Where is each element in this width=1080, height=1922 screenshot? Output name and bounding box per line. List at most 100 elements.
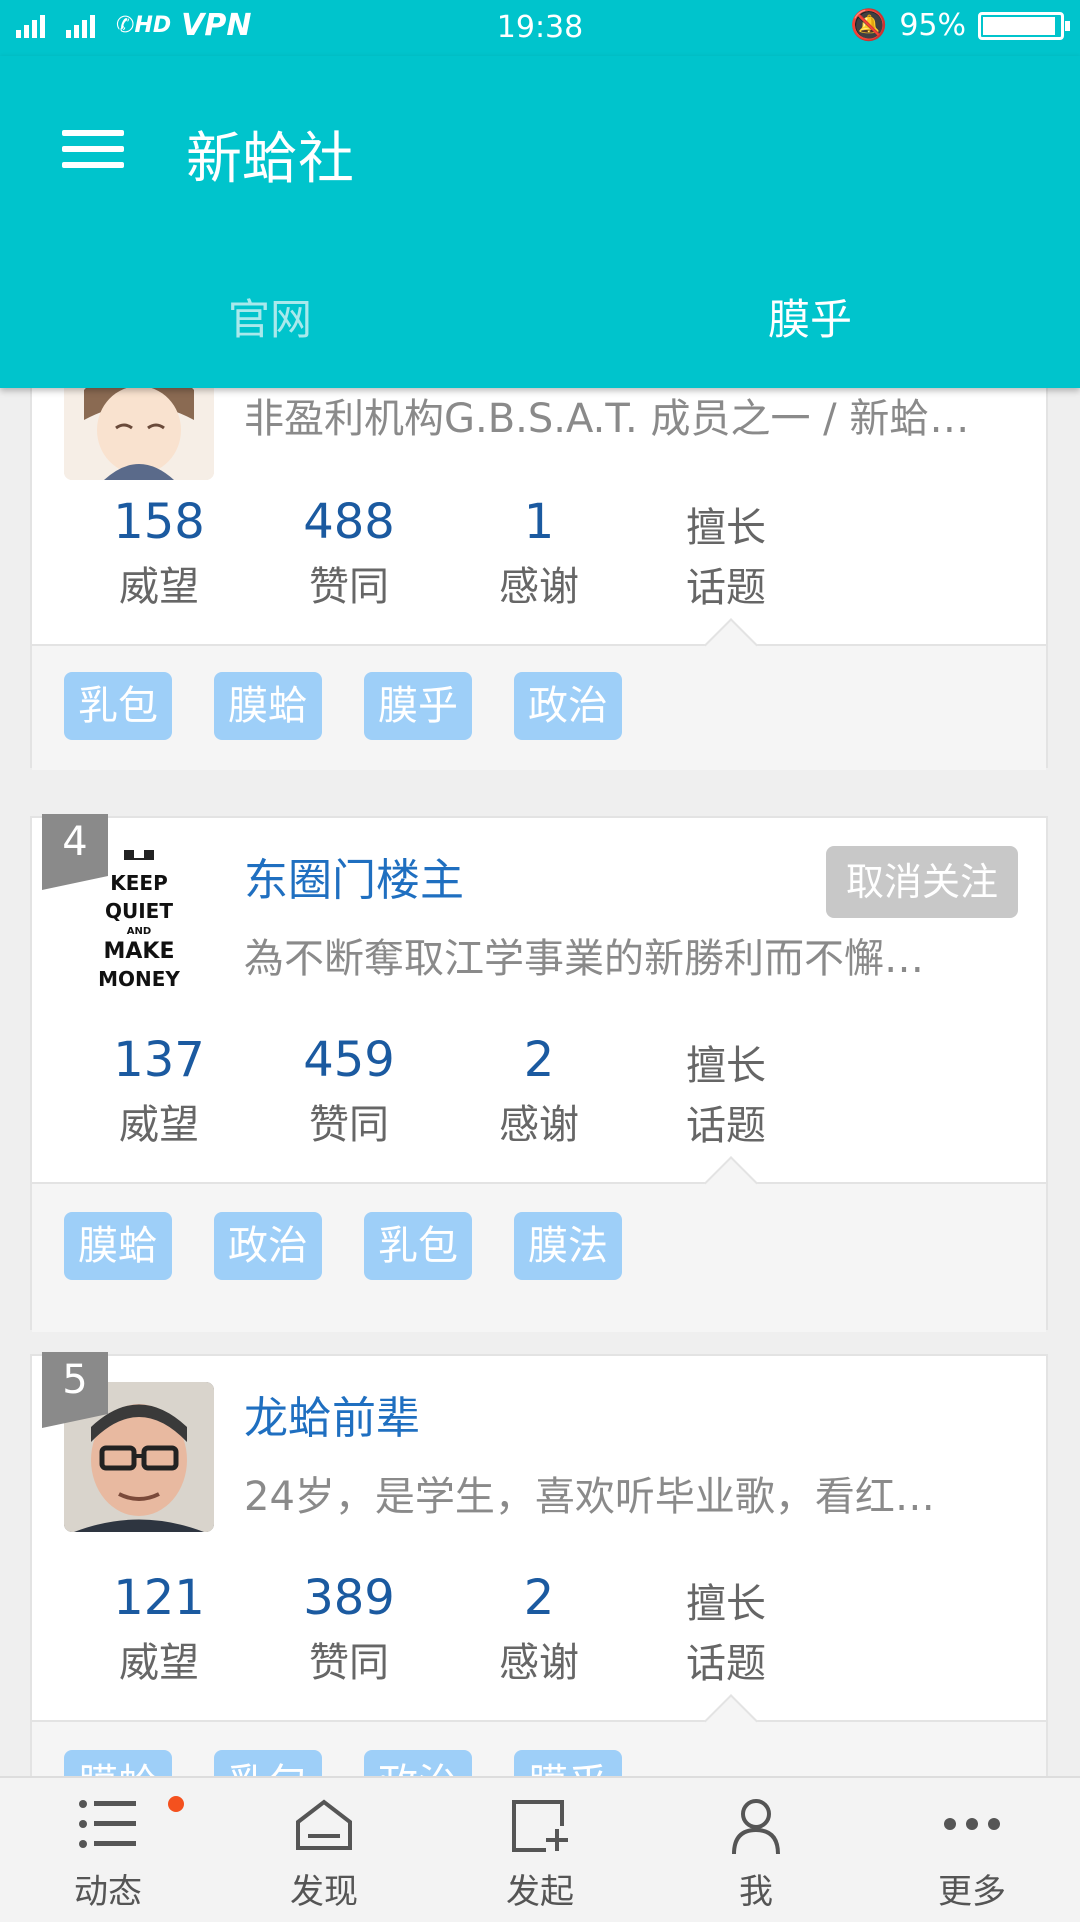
nav-discover[interactable]: 发现 bbox=[216, 1778, 432, 1922]
skill-topics-toggle[interactable]: 擅长 话题 bbox=[686, 1036, 796, 1156]
skill-label: 擅长 bbox=[686, 1581, 766, 1627]
stat-label: 威望 bbox=[119, 1102, 199, 1148]
stat-value: 389 bbox=[303, 1570, 395, 1626]
stat-agree: 459 赞同 bbox=[274, 1032, 424, 1150]
stat-label: 威望 bbox=[119, 1640, 199, 1686]
tab-mohu[interactable]: 膜乎 bbox=[540, 286, 1080, 347]
skill-label: 擅长 bbox=[686, 1043, 766, 1089]
tag[interactable]: 膜乎 bbox=[364, 672, 472, 740]
list-icon bbox=[79, 1800, 136, 1848]
battery-fill bbox=[983, 16, 1055, 35]
nav-label: 更多 bbox=[938, 1872, 1006, 1912]
home-icon bbox=[296, 1799, 352, 1850]
user-bio: 非盈利机构G.B.S.A.T. 成员之一 / 新蛤… bbox=[244, 396, 970, 442]
topic-label: 话题 bbox=[686, 1641, 766, 1687]
battery-percent: 95% bbox=[899, 8, 966, 43]
status-bar: ✆HD VPN 19:38 🔕 95% bbox=[0, 0, 1080, 56]
nav-label: 我 bbox=[739, 1872, 773, 1912]
tags-area: 乳包 膜蛤 膜乎 政治 bbox=[32, 618, 1046, 770]
new-post-icon bbox=[512, 1800, 568, 1852]
tag[interactable]: 政治 bbox=[364, 1750, 472, 1776]
skill-topics-toggle[interactable]: 擅长 话题 bbox=[686, 498, 796, 618]
menu-icon[interactable] bbox=[62, 126, 124, 172]
unfollow-button[interactable]: 取消关注 bbox=[826, 846, 1018, 918]
stat-label: 赞同 bbox=[309, 1640, 389, 1686]
stat-value: 158 bbox=[113, 494, 205, 550]
app-title: 新蛤社 bbox=[186, 127, 354, 192]
stat-label: 赞同 bbox=[309, 1102, 389, 1148]
stat-label: 感谢 bbox=[499, 1640, 579, 1686]
stat-value: 2 bbox=[523, 1032, 555, 1088]
stat-thanks: 2 感谢 bbox=[464, 1570, 614, 1688]
battery-icon bbox=[978, 11, 1070, 40]
tag[interactable]: 乳包 bbox=[214, 1750, 322, 1776]
notch bbox=[704, 618, 758, 672]
avatar[interactable] bbox=[64, 388, 214, 480]
person-icon bbox=[732, 1799, 780, 1854]
tag[interactable]: 膜法 bbox=[514, 1212, 622, 1280]
avatar-text: MONEY bbox=[98, 967, 180, 991]
avatar-text: MAKE bbox=[104, 939, 175, 964]
topic-label: 话题 bbox=[686, 1103, 766, 1149]
stat-value: 488 bbox=[303, 494, 395, 550]
stat-label: 感谢 bbox=[499, 564, 579, 610]
rank-badge: 4 bbox=[42, 814, 108, 890]
stat-prestige: 158 威望 bbox=[84, 494, 234, 612]
stat-value: 137 bbox=[113, 1032, 205, 1088]
stat-agree: 488 赞同 bbox=[274, 494, 424, 612]
stat-prestige: 137 威望 bbox=[84, 1032, 234, 1150]
tags-area: 膜蛤 政治 乳包 膜法 bbox=[32, 1156, 1046, 1332]
stat-value: 459 bbox=[303, 1032, 395, 1088]
nav-more[interactable]: 更多 bbox=[864, 1778, 1080, 1922]
app-bar: 新蛤社 官网 膜乎 bbox=[0, 56, 1080, 388]
nav-me[interactable]: 我 bbox=[648, 1778, 864, 1922]
user-card[interactable]: KEEP QUIET AND MAKE MONEY 4 东圈门楼主 取消关注 為… bbox=[30, 814, 1048, 1332]
bottom-nav: 动态 发现 发起 我 更多 bbox=[0, 1776, 1080, 1922]
stat-thanks: 2 感谢 bbox=[464, 1032, 614, 1150]
user-name[interactable]: 龙蛤前辈 bbox=[244, 1382, 420, 1446]
tag[interactable]: 政治 bbox=[214, 1212, 322, 1280]
nav-label: 动态 bbox=[74, 1872, 142, 1912]
topic-label: 话题 bbox=[686, 565, 766, 611]
status-right: 🔕 95% bbox=[849, 8, 1070, 43]
rank-badge: 5 bbox=[42, 1352, 108, 1428]
tags-area: 膜蛤 乳包 政治 膜乎 bbox=[32, 1694, 1046, 1776]
stat-agree: 389 赞同 bbox=[274, 1570, 424, 1688]
stat-prestige: 121 威望 bbox=[84, 1570, 234, 1688]
user-bio: 為不断奪取江学事業的新勝利而不懈… bbox=[244, 936, 924, 982]
tag[interactable]: 乳包 bbox=[64, 672, 172, 740]
user-name[interactable]: 东圈门楼主 bbox=[244, 844, 464, 908]
more-icon bbox=[944, 1818, 1000, 1830]
avatar-text: KEEP bbox=[110, 871, 167, 895]
notch bbox=[704, 1694, 758, 1748]
tag[interactable]: 膜蛤 bbox=[64, 1750, 172, 1776]
notification-dot bbox=[168, 1796, 184, 1812]
user-card[interactable]: 非盈利机构G.B.S.A.T. 成员之一 / 新蛤… 158 威望 488 赞同… bbox=[30, 388, 1048, 770]
avatar-text: QUIET bbox=[105, 899, 173, 923]
bell-mute-icon: 🔕 bbox=[849, 8, 888, 43]
tab-official-site[interactable]: 官网 bbox=[0, 286, 540, 347]
user-list[interactable]: 非盈利机构G.B.S.A.T. 成员之一 / 新蛤… 158 威望 488 赞同… bbox=[0, 388, 1080, 1776]
stat-label: 威望 bbox=[119, 564, 199, 610]
stat-value: 121 bbox=[113, 1570, 205, 1626]
tag[interactable]: 膜蛤 bbox=[64, 1212, 172, 1280]
stat-value: 2 bbox=[523, 1570, 555, 1626]
stat-thanks: 1 感谢 bbox=[464, 494, 614, 612]
user-card[interactable]: 5 龙蛤前辈 24岁，是学生，喜欢听毕业歌，看红… 121 威望 389 赞同 … bbox=[30, 1352, 1048, 1776]
stat-label: 感谢 bbox=[499, 1102, 579, 1148]
nav-label: 发现 bbox=[290, 1872, 358, 1912]
nav-create[interactable]: 发起 bbox=[432, 1778, 648, 1922]
user-bio: 24岁，是学生，喜欢听毕业歌，看红… bbox=[244, 1474, 935, 1520]
tag[interactable]: 膜蛤 bbox=[214, 672, 322, 740]
tag[interactable]: 膜乎 bbox=[514, 1750, 622, 1776]
notch bbox=[704, 1156, 758, 1210]
nav-activity[interactable]: 动态 bbox=[0, 1778, 216, 1922]
stat-label: 赞同 bbox=[309, 564, 389, 610]
stat-value: 1 bbox=[523, 494, 555, 550]
avatar-text: AND bbox=[127, 926, 151, 937]
tag[interactable]: 乳包 bbox=[364, 1212, 472, 1280]
skill-label: 擅长 bbox=[686, 505, 766, 551]
tag[interactable]: 政治 bbox=[514, 672, 622, 740]
skill-topics-toggle[interactable]: 擅长 话题 bbox=[686, 1574, 796, 1694]
nav-label: 发起 bbox=[506, 1872, 574, 1912]
